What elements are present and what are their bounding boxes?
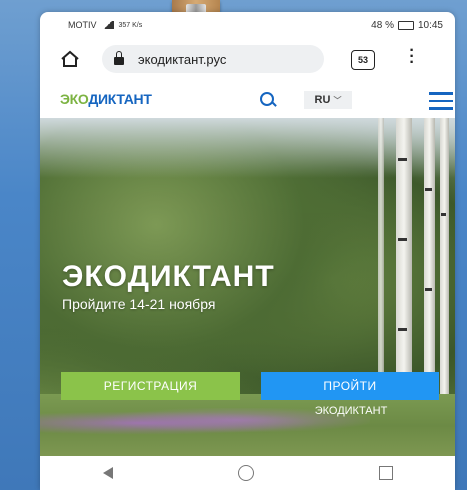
url-text: экодиктант.рус xyxy=(138,51,227,67)
hero-subtitle: Пройдите 14-21 ноября xyxy=(62,296,216,312)
logo-part-diktant: ДИКТАНТ xyxy=(88,91,152,107)
phone-screen: MOTIV 357 K/s 48 % 10:45 экодиктант.рус … xyxy=(40,12,455,490)
language-select[interactable]: RU ﹀ xyxy=(304,91,352,109)
tabs-count-button[interactable]: 53 xyxy=(351,50,375,70)
language-value: RU xyxy=(314,94,331,106)
browser-toolbar: экодиктант.рус 53 · · · xyxy=(40,42,455,78)
square-recent-icon[interactable] xyxy=(378,466,393,480)
status-bar: MOTIV 357 K/s 48 % 10:45 xyxy=(40,12,455,38)
home-icon[interactable] xyxy=(58,47,82,71)
hero-sky xyxy=(40,118,455,178)
hero-title: ЭКОДИКТАНТ xyxy=(62,260,275,293)
start-dictation-sublabel: ЭКОДИКТАНТ xyxy=(314,405,388,417)
back-icon[interactable] xyxy=(102,467,113,479)
battery-icon xyxy=(397,21,414,30)
url-bar[interactable]: экодиктант.рус xyxy=(102,45,324,73)
chevron-down-icon: ﹀ xyxy=(333,95,342,105)
system-nav-bar xyxy=(40,456,455,490)
hero-banner: ЭКОДИКТАНТ Пройдите 14-21 ноября РЕГИСТР… xyxy=(40,118,455,474)
logo-part-eco: ЭКО xyxy=(60,91,89,107)
search-icon[interactable] xyxy=(260,92,274,106)
hamburger-menu-icon[interactable] xyxy=(429,92,453,115)
signal-icon xyxy=(101,21,114,29)
register-button[interactable]: РЕГИСТРАЦИЯ xyxy=(61,372,240,400)
site-header: ЭКОДИКТАНТ RU ﹀ xyxy=(40,82,455,118)
circle-home-icon[interactable] xyxy=(237,465,254,481)
carrier-label: MOTIV xyxy=(68,20,97,30)
more-vert-icon[interactable]: · · · xyxy=(408,43,416,71)
status-right: 48 % 10:45 xyxy=(371,20,443,31)
network-speed: 357 K/s xyxy=(118,21,143,29)
site-logo[interactable]: ЭКОДИКТАНТ xyxy=(60,91,152,107)
battery-percent: 48 % xyxy=(371,20,394,31)
clock: 10:45 xyxy=(417,20,443,31)
lock-icon xyxy=(114,51,124,65)
start-dictation-button[interactable]: ПРОЙТИ xyxy=(261,372,439,400)
status-left: MOTIV 357 K/s xyxy=(68,20,142,30)
